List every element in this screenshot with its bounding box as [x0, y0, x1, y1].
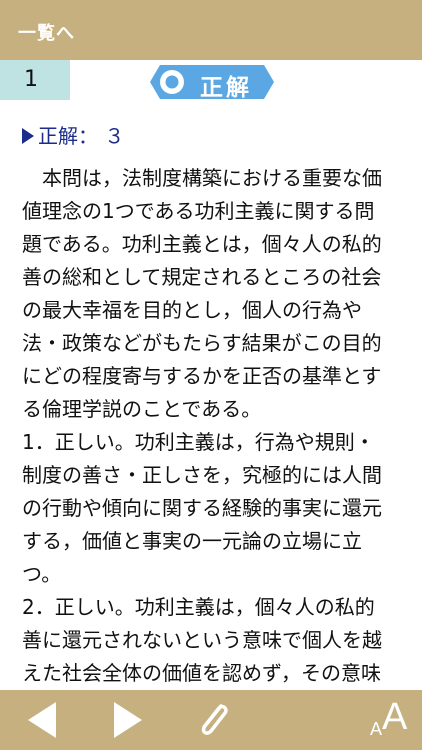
question-number: 1	[24, 67, 38, 92]
explanation-line: 善に還元されないという意味で個人を越	[22, 628, 382, 652]
explanation-line: 制度の善さ・正しさを，究極的には人間	[22, 463, 382, 487]
answer-text: 正解： ３	[38, 124, 125, 148]
answer-line: 正解： ３	[22, 120, 124, 149]
explanation-line: の最大幸福を目的とし，個人の行為や	[22, 298, 362, 322]
paperclip-icon	[201, 704, 228, 735]
explanation-line: する，価値と事実の一元論の立場に立	[22, 529, 362, 553]
triangle-right-icon	[114, 702, 142, 738]
back-to-list-button[interactable]: 一覧へ	[18, 19, 75, 45]
explanation-line: 善の総和として規定されるところの社会	[22, 265, 382, 289]
explanation-line: つ。	[22, 562, 62, 586]
next-button[interactable]	[112, 700, 144, 740]
font-large-icon: A	[382, 696, 408, 738]
triangle-marker-icon	[22, 128, 34, 144]
explanation-line: 本問は，法制度構築における重要な価	[22, 166, 382, 190]
explanation-line: 2．正しい。功利主義は，個々人の私的	[22, 595, 375, 619]
font-size-button[interactable]: A A	[366, 690, 416, 750]
explanation-line: 法・政策などがもたらす結果がこの目的	[22, 331, 382, 355]
result-label: 正解	[200, 75, 252, 101]
explanation-line: えた社会全体の価値を認めず，その意味	[22, 661, 381, 685]
header-bar: 一覧へ	[0, 0, 422, 60]
triangle-left-icon	[28, 702, 56, 738]
explanation-line: る倫理学説のことである。	[22, 397, 262, 421]
explanation-line: の行動や傾向に関する経験的事実に還元	[22, 496, 382, 520]
result-badge: 正解	[150, 65, 274, 101]
circle-icon	[160, 70, 184, 94]
explanation-text: 本問は，法制度構築における重要な価 値理念の1つである功利主義に関する問 題であ…	[22, 162, 406, 690]
previous-button[interactable]	[26, 700, 58, 740]
explanation-line: 1．正しい。功利主義は，行為や規則・	[22, 430, 375, 454]
explanation-line: 題である。功利主義とは，個々人の私的	[22, 232, 382, 256]
attachment-button[interactable]	[193, 698, 233, 742]
question-number-box: 1	[0, 60, 70, 100]
font-small-icon: A	[370, 719, 383, 739]
explanation-line: にどの程度寄与するかを正否の基準とす	[22, 364, 382, 388]
explanation-line: 値理念の1つである功利主義に関する問	[22, 199, 375, 223]
